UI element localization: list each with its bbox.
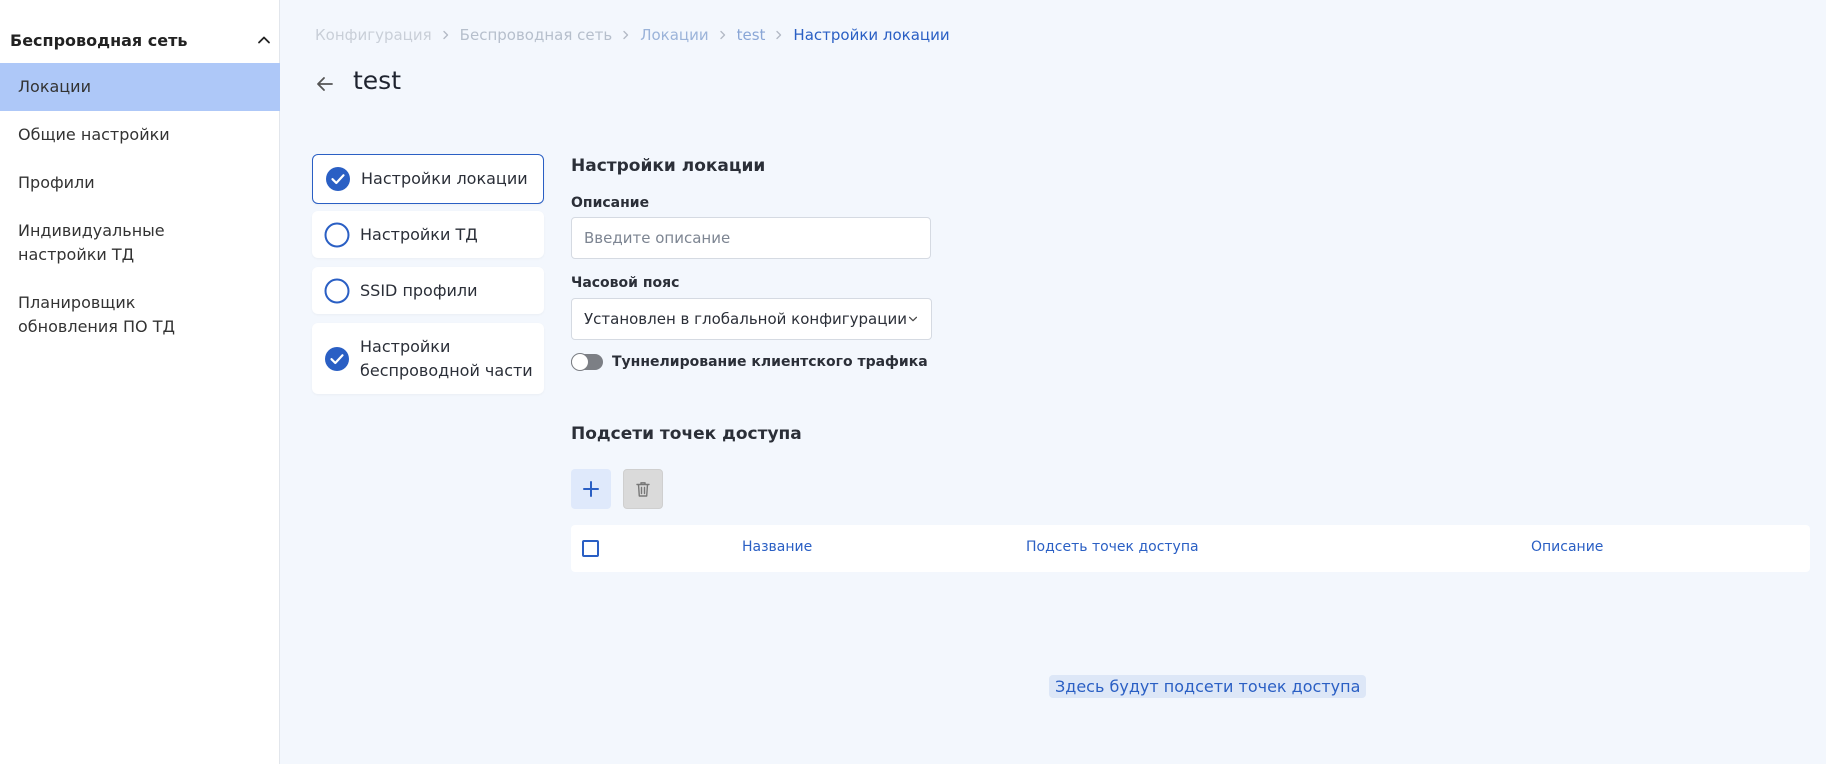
sidebar-group-header[interactable]: Беспроводная сеть (10, 24, 272, 56)
empty-state-message: Здесь будут подсети точек доступа (1049, 675, 1367, 698)
breadcrumb-item-locations[interactable]: Локации (640, 26, 708, 44)
step-label: SSID профили (360, 280, 478, 300)
step-label: Настройки (360, 336, 451, 356)
check-circle-icon (326, 167, 350, 191)
step-label: Настройки локации (361, 169, 528, 188)
sidebar-item-label: Индивидуальные (18, 221, 165, 240)
sidebar-item-label-line2: обновления ПО ТД (18, 317, 175, 336)
check-circle-icon (325, 346, 349, 371)
sidebar-item-firmware-scheduler[interactable]: Планировщик обновления ПО ТД (0, 291, 280, 339)
description-input[interactable] (571, 217, 931, 259)
step-ap-settings[interactable]: Настройки ТД (312, 211, 544, 258)
tunneling-toggle-row: Туннелирование клиентского трафика (571, 353, 928, 371)
sidebar-item-individual-ap-settings[interactable]: Индивидуальные настройки ТД (0, 219, 280, 267)
empty-circle-icon (324, 278, 350, 303)
breadcrumb: Конфигурация Беспроводная сеть Локации t… (315, 26, 950, 44)
breadcrumb-item-wireless[interactable]: Беспроводная сеть (460, 26, 613, 44)
delete-subnet-button[interactable] (623, 469, 663, 509)
tunneling-label: Туннелирование клиентского трафика (612, 354, 928, 370)
sidebar: Беспроводная сеть Локации Общие настройк… (0, 0, 280, 764)
chevron-right-icon (719, 30, 725, 40)
page-title: test (353, 66, 402, 95)
chevron-right-icon (442, 30, 448, 40)
sidebar-group-title: Беспроводная сеть (10, 30, 188, 50)
sidebar-item-label: Планировщик (18, 293, 136, 312)
step-label: Настройки ТД (360, 224, 478, 244)
breadcrumb-item-test[interactable]: test (737, 26, 766, 44)
column-header-subnet[interactable]: Подсеть точек доступа (1026, 539, 1199, 555)
sidebar-item-general-settings[interactable]: Общие настройки (0, 123, 280, 147)
chevron-up-icon (258, 36, 270, 44)
sidebar-item-label: Локации (18, 77, 91, 96)
select-all-checkbox[interactable] (582, 540, 599, 557)
tunneling-toggle[interactable] (571, 353, 603, 371)
section-title-location-settings: Настройки локации (571, 156, 766, 176)
column-header-name[interactable]: Название (742, 539, 812, 555)
sidebar-item-label-line2: настройки ТД (18, 245, 135, 264)
column-header-description[interactable]: Описание (1531, 539, 1603, 555)
sidebar-item-label: Профили (18, 173, 95, 192)
trash-icon (636, 482, 650, 497)
timezone-select-value: Установлен в глобальной конфигурации (584, 310, 907, 328)
section-title-subnets: Подсети точек доступа (571, 424, 802, 444)
chevron-down-icon (908, 316, 918, 322)
breadcrumb-item-current: Настройки локации (793, 26, 950, 44)
step-ssid-profiles[interactable]: SSID профили (312, 267, 544, 314)
step-location-settings[interactable]: Настройки локации (312, 154, 544, 204)
step-label-line2: беспроводной части (360, 360, 533, 380)
timezone-select[interactable]: Установлен в глобальной конфигурации (571, 298, 932, 340)
subnets-table-header: Название Подсеть точек доступа Описание (571, 525, 1810, 572)
sidebar-item-locations[interactable]: Локации (0, 63, 280, 111)
empty-circle-icon (324, 222, 350, 247)
sidebar-item-profiles[interactable]: Профили (0, 171, 280, 195)
breadcrumb-item-configuration[interactable]: Конфигурация (315, 26, 432, 44)
arrow-left-icon[interactable] (313, 72, 337, 96)
chevron-right-icon (623, 30, 629, 40)
plus-icon (583, 481, 599, 497)
timezone-label: Часовой пояс (571, 275, 680, 291)
sidebar-item-label: Общие настройки (18, 125, 170, 144)
chevron-right-icon (776, 30, 782, 40)
description-label: Описание (571, 195, 650, 211)
toggle-knob (571, 353, 589, 371)
add-subnet-button[interactable] (571, 469, 611, 509)
step-wireless-settings[interactable]: Настройки беспроводной части (312, 323, 544, 394)
